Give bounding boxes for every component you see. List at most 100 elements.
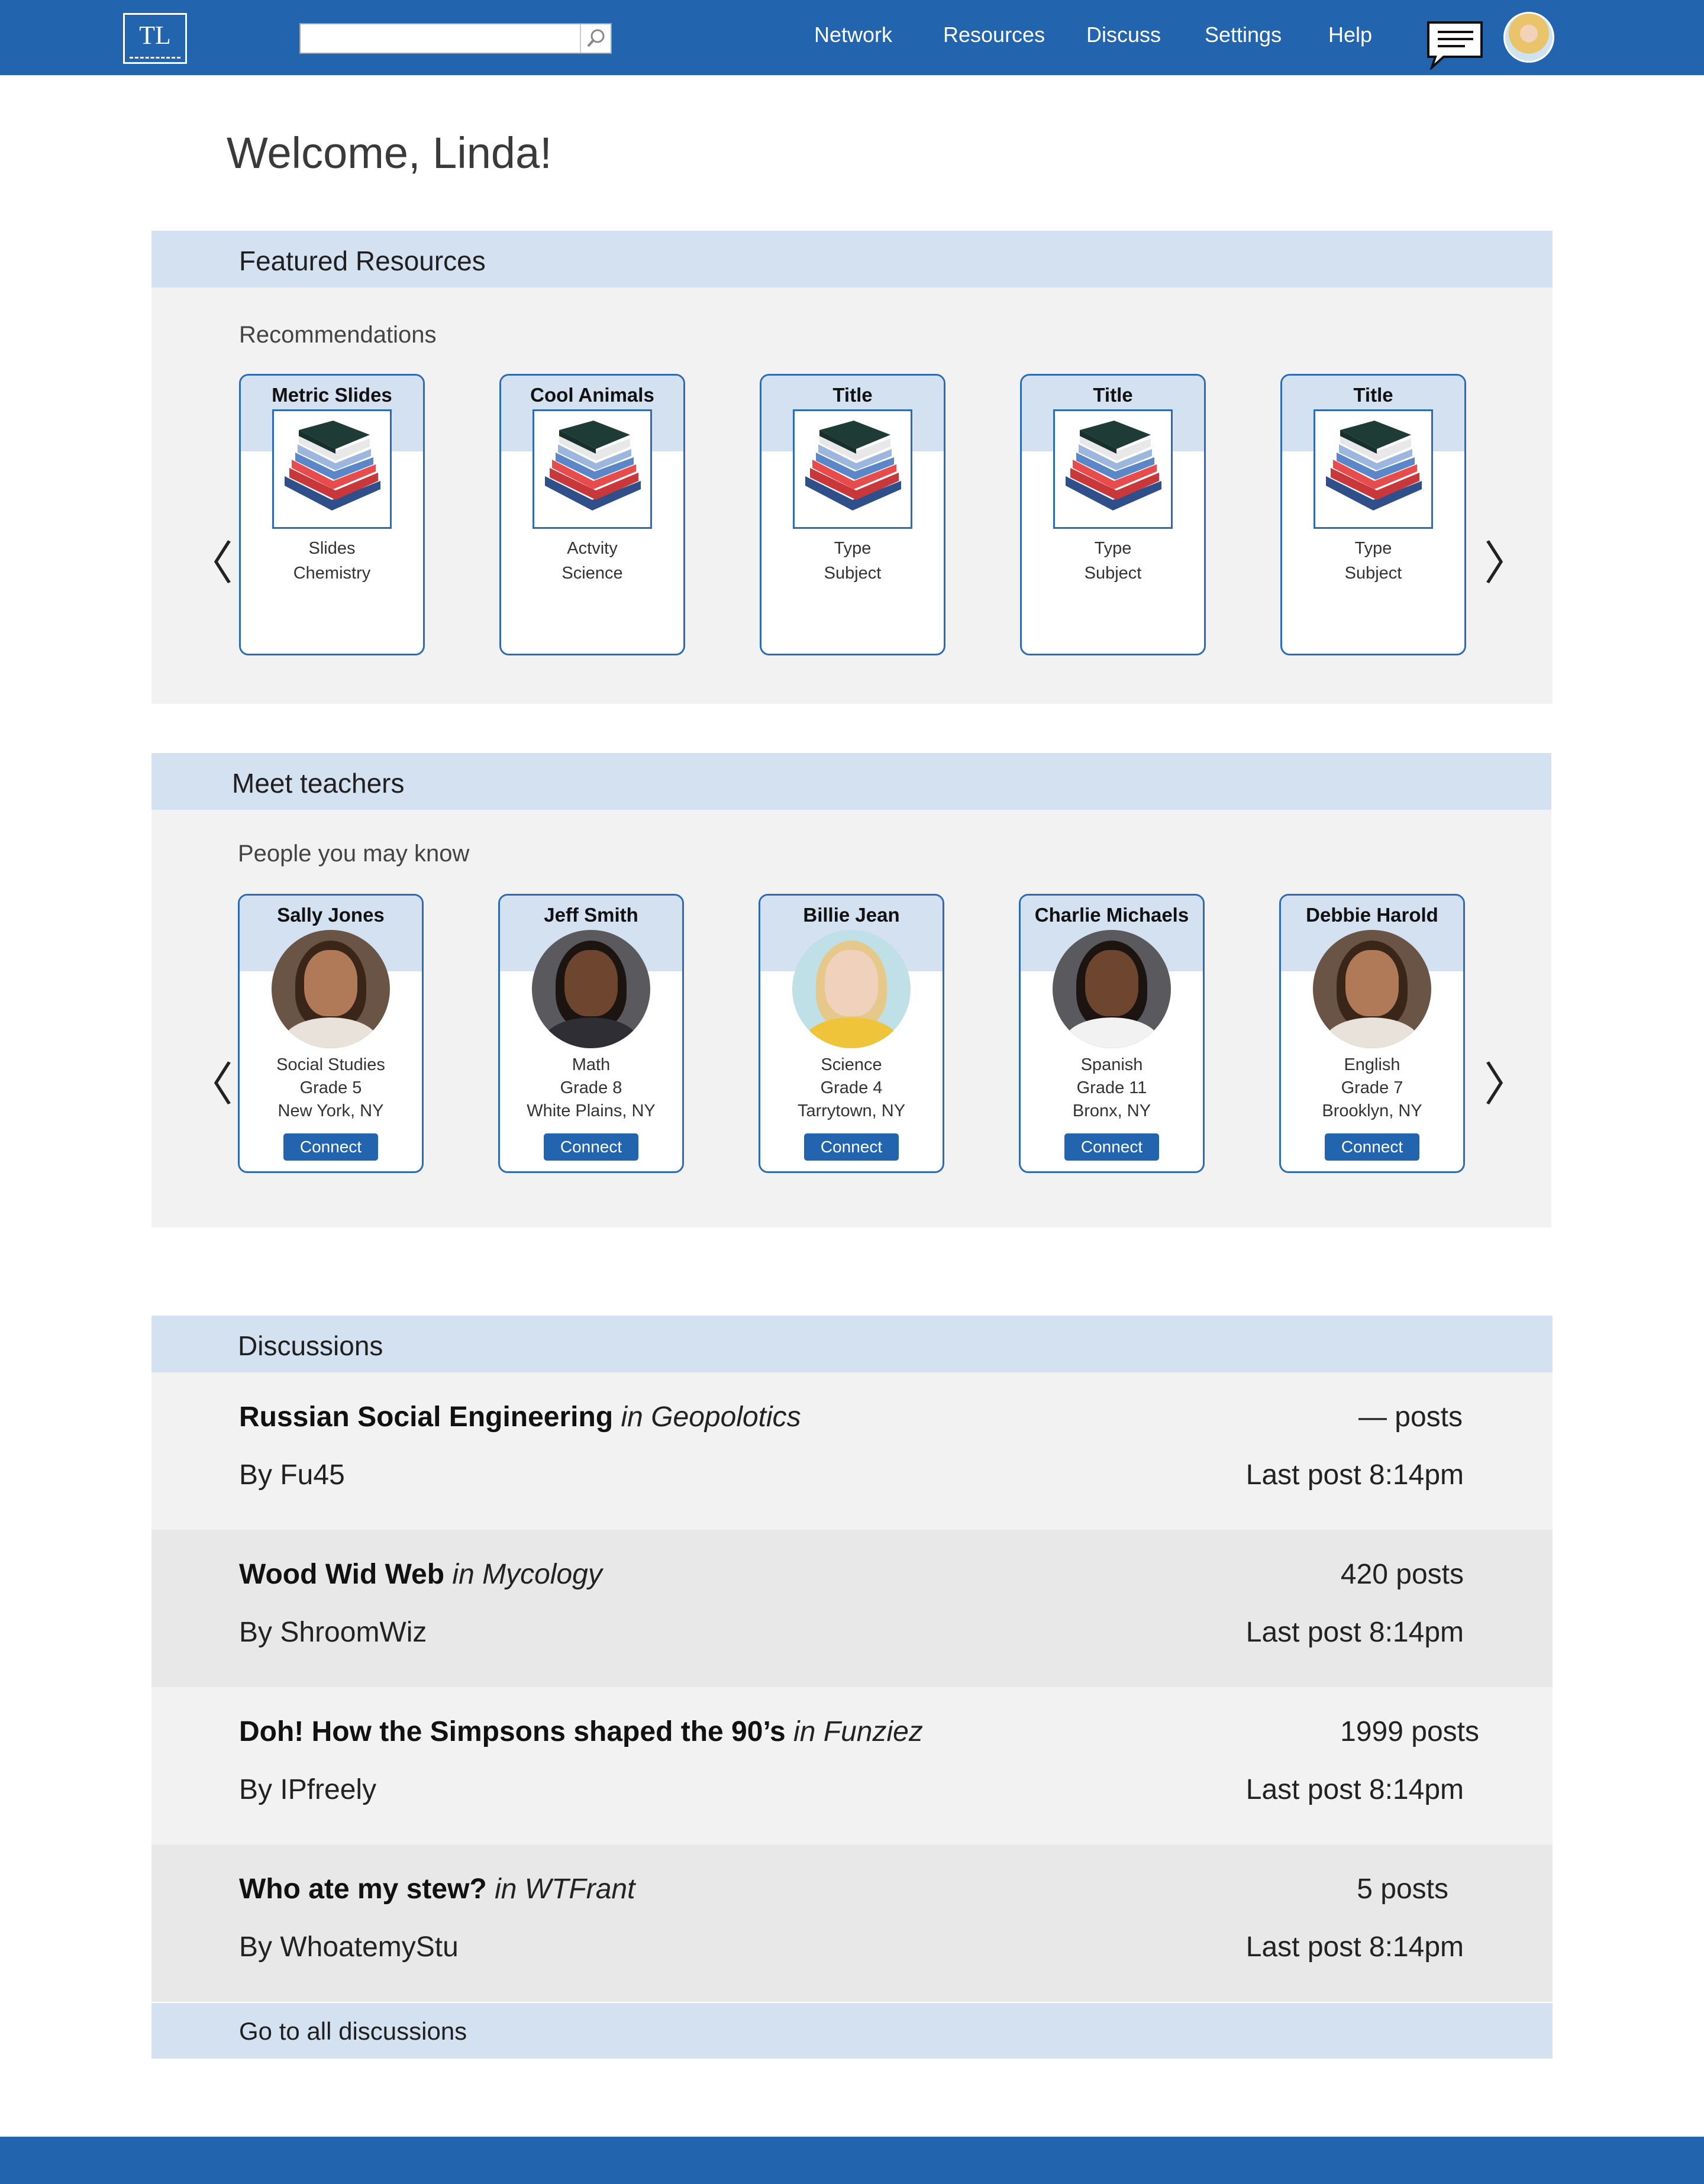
nav-settings[interactable]: Settings (1205, 22, 1282, 47)
nav-discuss[interactable]: Discuss (1086, 22, 1161, 47)
meet-teachers-panel: Meet teachers People you may know 〈 〉 Sa… (151, 753, 1551, 1227)
teacher-name: Billie Jean (803, 904, 900, 926)
search-input[interactable] (301, 24, 579, 53)
featured-resources-title: Featured Resources (239, 245, 486, 276)
meet-teachers-title: Meet teachers (232, 768, 405, 799)
discussion-row[interactable]: Russian Social Engineering in Geopolotic… (151, 1372, 1553, 1530)
resource-subject: Subject (824, 564, 882, 583)
resource-subject: Subject (1084, 564, 1142, 583)
teacher-face (564, 950, 618, 1016)
page-footer (0, 2137, 1704, 2184)
teacher-card[interactable]: Billie Jean Science Grade 4 Tarrytown, NY Co… (759, 894, 944, 1173)
teachers-prev-arrow[interactable]: 〈 (187, 1048, 233, 1114)
teacher-shoulders (283, 1017, 378, 1048)
books-thumbnail (272, 409, 392, 529)
resource-card[interactable]: Cool Animals Actvity Science (499, 374, 685, 655)
teacher-shoulders (1064, 1017, 1159, 1048)
teacher-name: Sally Jones (277, 904, 385, 926)
nav-help[interactable]: Help (1328, 22, 1372, 47)
connect-button[interactable]: Connect (283, 1133, 378, 1161)
connect-button[interactable]: Connect (544, 1133, 638, 1161)
resource-title: Cool Animals (530, 384, 654, 406)
discussion-title[interactable]: Wood Wid Web in Mycology (239, 1558, 602, 1591)
search-icon (587, 29, 605, 47)
discussion-row[interactable]: Doh! How the Simpsons shaped the 90’s in… (151, 1687, 1553, 1844)
teacher-subject: Science (821, 1055, 882, 1074)
discussion-title[interactable]: Russian Social Engineering in Geopolotic… (239, 1401, 801, 1433)
teacher-card[interactable]: Charlie Michaels Spanish Grade 11 Bronx, NY… (1019, 894, 1205, 1173)
discussion-author: By ShroomWiz (239, 1617, 427, 1648)
teacher-card[interactable]: Sally Jones Social Studies Grade 5 New York… (238, 894, 424, 1173)
teachers-next-arrow[interactable]: 〉 (1484, 1048, 1530, 1114)
connect-button[interactable]: Connect (1064, 1133, 1159, 1161)
discussion-title[interactable]: Who ate my stew? in WTFrant (239, 1873, 635, 1905)
connect-button[interactable]: Connect (1325, 1133, 1419, 1161)
teacher-subject: Spanish (1080, 1055, 1143, 1074)
resource-type: Type (834, 539, 872, 558)
teacher-location: New York, NY (277, 1101, 384, 1120)
discussion-author: By WhoatemyStu (239, 1931, 459, 1963)
books-icon (274, 421, 390, 529)
teacher-location: Brooklyn, NY (1322, 1101, 1422, 1120)
discussion-category[interactable]: in Geopolotics (621, 1401, 801, 1433)
welcome-heading: Welcome, Linda! (227, 128, 552, 177)
search-box[interactable] (299, 23, 612, 54)
discussion-topic: Doh! How the Simpsons shaped the 90’s (239, 1716, 786, 1747)
discussion-topic: Who ate my stew? (239, 1873, 487, 1905)
resources-prev-arrow[interactable]: 〈 (187, 526, 233, 593)
resource-title: Title (1353, 384, 1393, 406)
discussion-last-post: Last post 8:14pm (1245, 1931, 1464, 1963)
resource-type: Actvity (567, 539, 618, 558)
books-icon (1055, 421, 1171, 529)
discussion-row[interactable]: Who ate my stew? in WTFrant By WhoatemySt… (151, 1844, 1553, 2002)
nav-resources[interactable]: Resources (943, 22, 1045, 47)
meet-teachers-header: Meet teachers (151, 753, 1551, 810)
teacher-name: Charlie Michaels (1034, 904, 1189, 926)
connect-button[interactable]: Connect (804, 1133, 899, 1161)
resource-card[interactable]: Title Type Subject (1280, 374, 1466, 655)
teacher-subject: Math (572, 1055, 611, 1074)
teacher-grade: Grade 4 (820, 1078, 883, 1097)
teacher-face (1345, 950, 1399, 1016)
chat-bubble-icon (1427, 21, 1483, 72)
discussion-category[interactable]: in WTFrant (495, 1873, 635, 1905)
resource-card[interactable]: Title Type Subject (1020, 374, 1206, 655)
people-you-may-know-label: People you may know (238, 841, 470, 867)
teacher-card[interactable]: Jeff Smith Math Grade 8 White Plains, NY Con… (498, 894, 684, 1173)
teacher-location: Tarrytown, NY (797, 1101, 906, 1120)
resources-next-arrow[interactable]: 〉 (1484, 526, 1530, 593)
teacher-card[interactable]: Debbie Harold English Grade 7 Brooklyn, NY C… (1279, 894, 1465, 1173)
discussion-last-post: Last post 8:14pm (1245, 1617, 1464, 1648)
teacher-face (825, 950, 878, 1016)
discussion-category[interactable]: in Funziez (793, 1716, 923, 1747)
teacher-face (304, 950, 357, 1016)
discussion-post-count: — posts (1358, 1401, 1463, 1433)
resource-type: Slides (308, 539, 356, 558)
discussion-topic: Russian Social Engineering (239, 1401, 614, 1433)
teacher-grade: Grade 7 (1341, 1078, 1403, 1097)
teacher-photo (532, 930, 650, 1048)
books-icon (534, 421, 650, 529)
teacher-name: Jeff Smith (544, 904, 638, 926)
site-logo[interactable]: TL (123, 13, 187, 64)
teacher-subject: Social Studies (276, 1055, 385, 1074)
discussion-last-post: Last post 8:14pm (1245, 1774, 1464, 1805)
teacher-grade: Grade 8 (560, 1078, 622, 1097)
resource-card[interactable]: Metric Slides Slides Chemistry (239, 374, 425, 655)
go-to-all-discussions-link[interactable]: Go to all discussions (239, 2017, 467, 2046)
discussion-post-count: 420 posts (1340, 1559, 1464, 1590)
user-avatar[interactable] (1503, 12, 1554, 63)
teacher-grade: Grade 5 (299, 1078, 362, 1097)
messages-button[interactable] (1426, 20, 1485, 73)
teacher-photo (1313, 930, 1431, 1048)
discussion-title[interactable]: Doh! How the Simpsons shaped the 90’s in… (239, 1715, 923, 1748)
discussion-category[interactable]: in Mycology (452, 1559, 602, 1590)
featured-resources-panel: Featured Resources Recommendations 〈 〉 M… (151, 231, 1553, 704)
resource-card[interactable]: Title Type Subject (760, 374, 945, 655)
teacher-location: Bronx, NY (1072, 1101, 1151, 1120)
search-button[interactable] (580, 24, 611, 53)
resource-title: Title (1093, 384, 1133, 406)
nav-network[interactable]: Network (814, 22, 892, 47)
discussion-row[interactable]: Wood Wid Web in Mycology By ShroomWiz 420 … (151, 1530, 1553, 1687)
discussion-post-count: 5 posts (1357, 1873, 1448, 1905)
